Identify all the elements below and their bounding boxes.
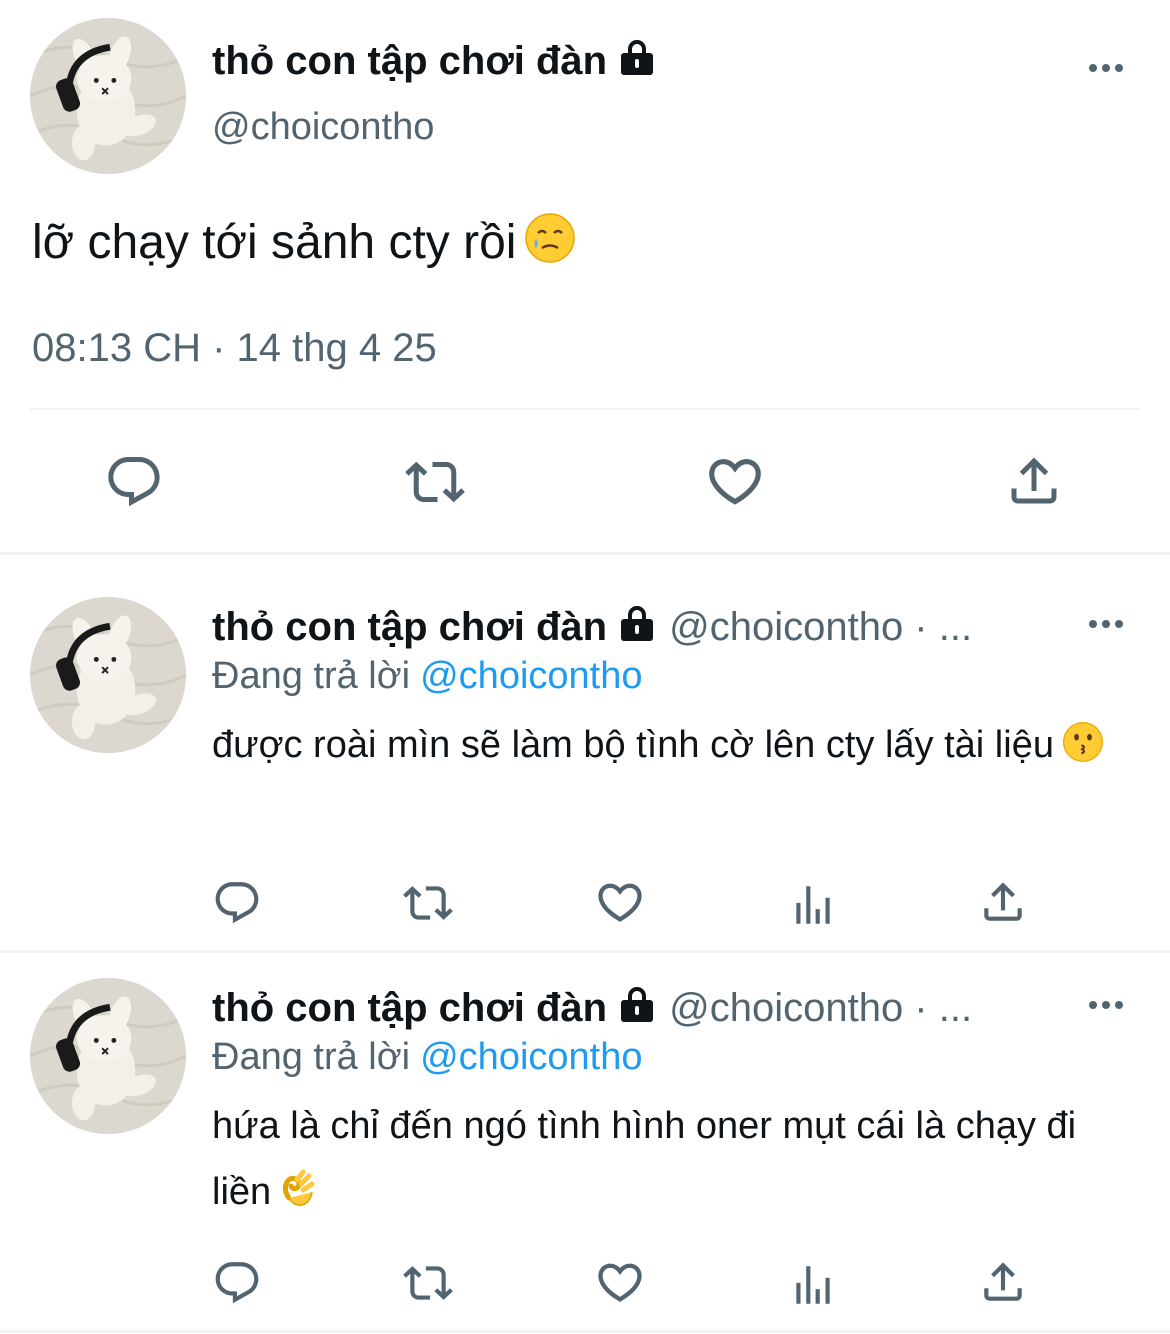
- share-icon[interactable]: [1004, 450, 1064, 512]
- reply-author-handle: @choicontho · ...: [669, 986, 973, 1030]
- reply-author-handle: @choicontho · ...: [669, 605, 973, 649]
- reply-text: hứa là chỉ đến ngó tình hình oner mụt cá…: [212, 1093, 1092, 1231]
- lock-icon: [617, 604, 657, 644]
- author-handle[interactable]: @choicontho: [212, 106, 434, 149]
- more-options-icon[interactable]: [1088, 619, 1124, 629]
- author-name-text: thỏ con tập chơi đàn: [212, 39, 608, 83]
- face-holding-back-tears-icon: [524, 212, 576, 276]
- more-options-icon[interactable]: [1088, 63, 1124, 73]
- ok-hand-icon: [279, 1165, 319, 1231]
- more-options-icon[interactable]: [1088, 1000, 1124, 1010]
- tweet-text: lỡ chạy tới sảnh cty rồi: [32, 212, 576, 276]
- author-avatar[interactable]: [30, 18, 186, 174]
- replying-to-handle[interactable]: @choicontho: [420, 655, 642, 697]
- reply-text-content: hứa là chỉ đến ngó tình hình oner mụt cá…: [212, 1105, 1077, 1213]
- tweet-text-content: lỡ chạy tới sảnh cty rồi: [32, 216, 517, 269]
- section-separator: [0, 552, 1170, 555]
- views-icon[interactable]: [788, 1260, 838, 1310]
- like-icon[interactable]: [594, 1256, 646, 1308]
- reply-text: được roài mìn sẽ làm bộ tình cờ lên cty …: [212, 712, 1122, 784]
- reply-author-name: thỏ con tập chơi đàn: [212, 986, 608, 1030]
- retweet-icon[interactable]: [404, 452, 466, 512]
- retweet-icon[interactable]: [402, 1258, 454, 1308]
- reply-author-line[interactable]: thỏ con tập chơi đàn @choicontho · ...: [212, 604, 972, 650]
- like-icon[interactable]: [704, 450, 766, 512]
- reply-icon[interactable]: [104, 452, 164, 512]
- reply-text-content: được roài mìn sẽ làm bộ tình cờ lên cty …: [212, 724, 1054, 766]
- reply-avatar[interactable]: [30, 978, 186, 1134]
- views-icon[interactable]: [788, 880, 838, 930]
- lock-icon: [617, 38, 657, 78]
- lock-icon: [617, 985, 657, 1025]
- reply-author-name: thỏ con tập chơi đàn: [212, 605, 608, 649]
- reply-author-line[interactable]: thỏ con tập chơi đàn @choicontho · ...: [212, 985, 972, 1031]
- kissing-face-icon: [1062, 718, 1104, 784]
- like-icon[interactable]: [594, 876, 646, 928]
- retweet-icon[interactable]: [402, 878, 454, 928]
- reply-avatar[interactable]: [30, 597, 186, 753]
- share-icon[interactable]: [978, 876, 1028, 928]
- replying-to: Đang trả lời @choicontho: [212, 1036, 643, 1079]
- share-icon[interactable]: [978, 1256, 1028, 1308]
- author-name[interactable]: thỏ con tập chơi đàn: [212, 38, 657, 84]
- section-separator: [0, 1330, 1170, 1333]
- replying-to: Đang trả lời @choicontho: [212, 655, 643, 698]
- replying-to-handle[interactable]: @choicontho: [420, 1036, 642, 1078]
- reply-icon[interactable]: [212, 1258, 262, 1308]
- replying-label: Đang trả lời: [212, 1036, 411, 1078]
- replying-label: Đang trả lời: [212, 655, 411, 697]
- divider: [30, 408, 1140, 410]
- tweet-timestamp[interactable]: 08:13 CH · 14 thg 4 25: [32, 326, 437, 371]
- reply-icon[interactable]: [212, 878, 262, 928]
- section-separator: [0, 950, 1170, 953]
